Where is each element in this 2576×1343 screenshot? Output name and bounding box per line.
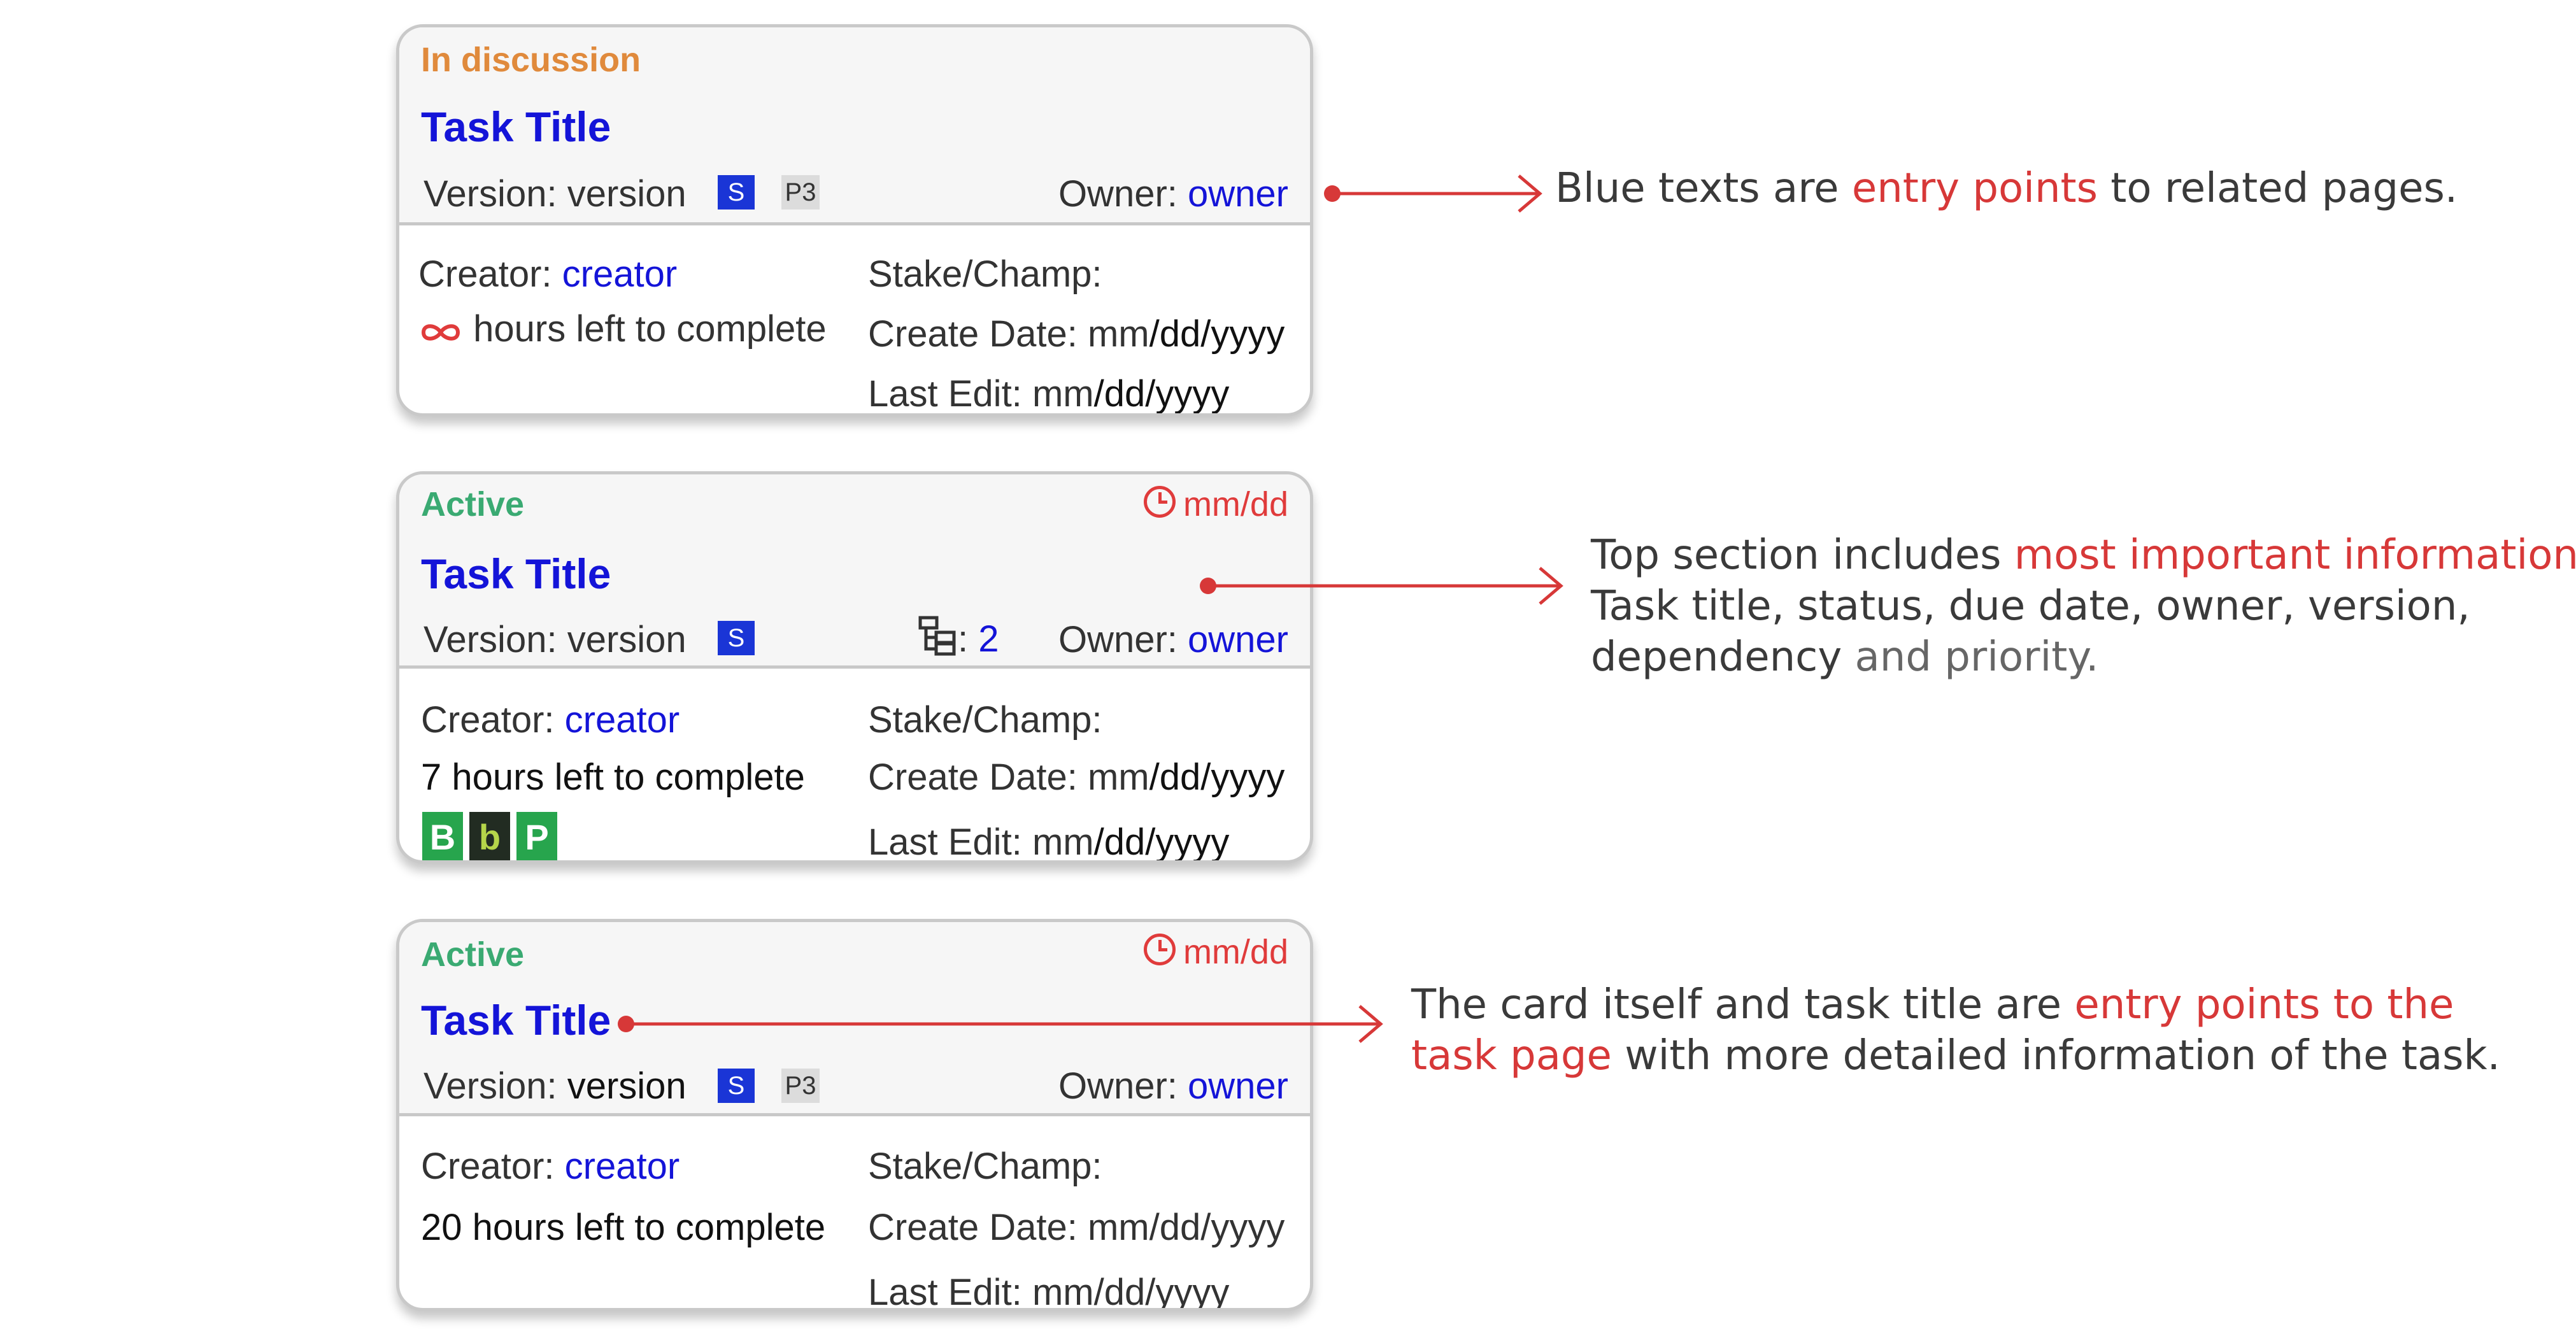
annotation-line: task page with more detailed information… — [1411, 1030, 2500, 1081]
annotation-text: with more detailed information of the ta… — [1611, 1032, 2500, 1079]
annotation-text: Top section includes — [1591, 532, 2014, 579]
annotation-highlight: entry points to the — [2074, 981, 2454, 1028]
annotation-text: The card itself and task title are — [1411, 981, 2075, 1028]
annotation-entry-points: Blue texts are entry points to related p… — [1555, 163, 2458, 214]
annotation-highlight: entry points — [1851, 165, 2098, 212]
annotation-text: dependency — [1591, 634, 1842, 681]
annotation-top-section: Top section includes most important info… — [1591, 530, 2576, 683]
annotation-highlight: task page — [1411, 1032, 1612, 1079]
annotation-text: and priority. — [1842, 634, 2099, 681]
annotation-text: to related pages. — [2097, 165, 2458, 212]
annotation-task-page: The card itself and task title are entry… — [1411, 979, 2500, 1081]
annotation-line: dependency and priority. — [1591, 632, 2576, 683]
annotation-highlight: most important information: — [2014, 532, 2576, 579]
annotation-text: Blue texts are — [1555, 165, 1852, 212]
annotation-line: The card itself and task title are entry… — [1411, 979, 2500, 1030]
annotation-line: Task title, status, due date, owner, ver… — [1591, 583, 2470, 630]
annotation-line: Top section includes most important info… — [1591, 530, 2576, 581]
